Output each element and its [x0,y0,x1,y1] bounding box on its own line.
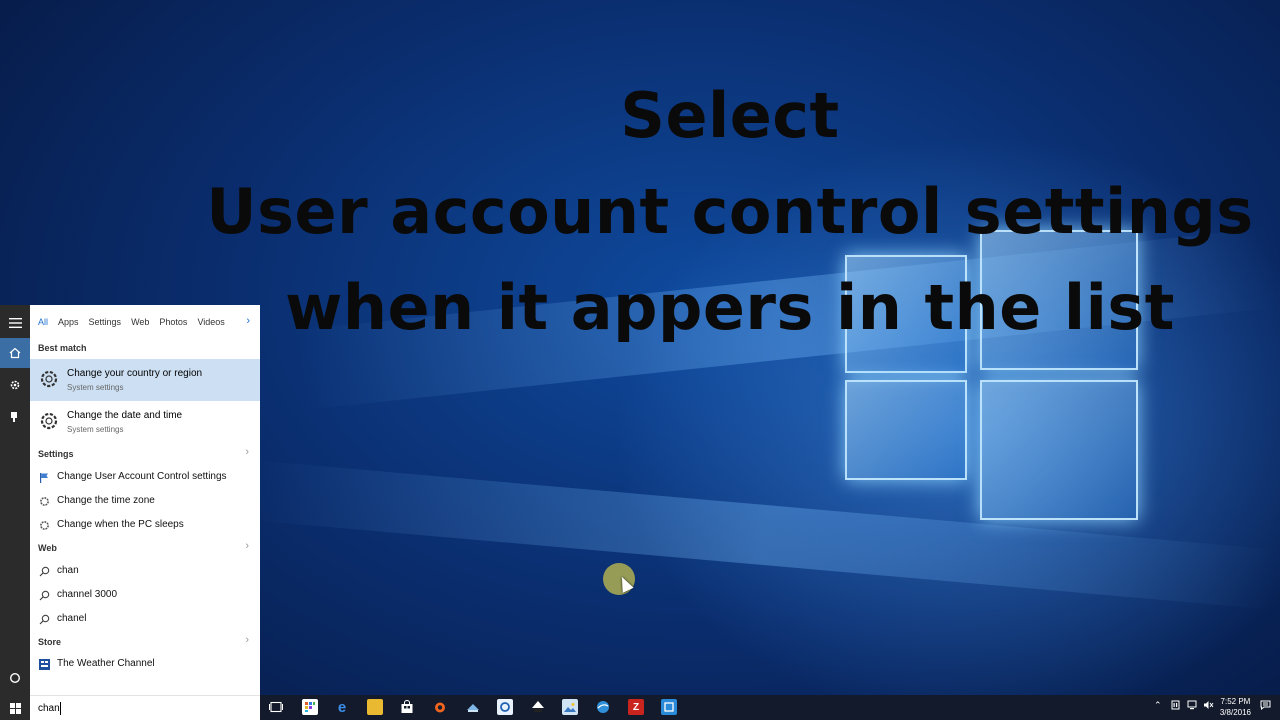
gear-icon [38,495,50,507]
caption-line: Select [620,79,840,152]
logo-pane [845,380,967,480]
network-icon[interactable] [1187,700,1197,712]
tab-videos[interactable]: Videos [197,317,224,327]
list-item[interactable]: Change when the PC sleeps [30,514,260,536]
action-center-icon[interactable] [1260,700,1271,712]
system-clock[interactable]: 7:52 PM 3/8/2016 [1220,696,1251,718]
tab-settings[interactable]: Settings [89,317,122,327]
cortana-icon[interactable] [0,663,30,693]
search-icon [38,589,50,601]
best-match-item[interactable]: Change the date and time System settings [30,401,260,443]
best-match-title: Change the date and time [67,410,183,421]
file-explorer-icon[interactable] [367,699,383,715]
store-heading[interactable]: Store [38,637,61,647]
hamburger-menu-icon[interactable] [0,308,30,338]
tutorial-caption: Select User account control settings whe… [200,68,1260,356]
list-item[interactable]: Change User Account Control settings [30,466,260,488]
list-item[interactable]: chan [30,560,260,582]
origin-icon[interactable] [432,699,448,715]
list-item[interactable]: channel 3000 [30,584,260,606]
inkscape-icon[interactable] [530,699,546,715]
store-result-label: The Weather Channel [57,658,155,669]
search-results-panel: All Apps Settings Web Photos Videos › Be… [30,305,260,695]
gear-icon [40,412,58,430]
chevron-right-icon[interactable]: › [245,446,249,458]
web-result-label: chan [57,565,79,576]
start-button[interactable] [0,693,30,720]
web-result-label: chanel [57,613,87,624]
search-input-value: chan [38,703,60,714]
caption-line: User account control settings [206,175,1254,248]
uplay-icon[interactable] [497,699,513,715]
home-icon[interactable] [0,338,30,368]
web-result-label: channel 3000 [57,589,118,600]
settings-heading[interactable]: Settings [38,449,74,459]
chevron-right-icon[interactable]: › [246,315,250,327]
best-match-item[interactable]: Change your country or region System set… [30,359,260,401]
edge-icon[interactable]: e [334,699,350,716]
tab-web[interactable]: Web [131,317,149,327]
tab-apps[interactable]: Apps [58,317,79,327]
settings-result-label: Change when the PC sleeps [57,519,184,530]
search-filter-tabs: All Apps Settings Web Photos Videos [30,305,260,339]
app-grid-icon[interactable] [302,699,318,715]
gear-icon [38,519,50,531]
search-icon [38,565,50,577]
best-match-subtitle: System settings [67,383,124,392]
settings-result-label: Change User Account Control settings [57,471,227,482]
chevron-right-icon[interactable]: › [245,540,249,552]
settings-result-label: Change the time zone [57,495,155,506]
filezilla-icon[interactable]: Z [628,699,644,715]
chevron-right-icon[interactable]: › [245,634,249,646]
settings-gear-icon[interactable] [0,370,30,400]
photos-icon[interactable] [562,699,578,715]
search-input[interactable]: chan [30,695,260,720]
tab-photos[interactable]: Photos [159,317,187,327]
browser-icon[interactable] [595,699,611,715]
task-view-icon[interactable] [268,699,284,715]
list-item[interactable]: chanel [30,608,260,630]
best-match-heading: Best match [38,343,87,353]
gear-icon [40,370,58,388]
capture-icon[interactable] [661,699,677,715]
web-heading[interactable]: Web [38,543,57,553]
logo-pane [980,380,1138,520]
volume-muted-icon[interactable] [1203,700,1214,712]
start-rail [0,305,30,720]
caption-line: when it appers in the list [285,271,1175,344]
tab-all[interactable]: All [38,317,48,327]
weather-channel-icon [38,658,50,670]
clock-time: 7:52 PM [1220,697,1251,706]
steam-icon[interactable] [465,699,481,715]
best-match-subtitle: System settings [67,425,124,434]
list-item[interactable]: The Weather Channel [30,653,260,675]
battery-icon[interactable] [1171,700,1180,712]
text-caret [60,702,61,715]
store-icon[interactable] [399,699,415,715]
feedback-icon[interactable] [0,402,30,432]
chevron-up-icon[interactable]: ⌃ [1154,700,1162,711]
search-icon [38,613,50,625]
best-match-title: Change your country or region [67,368,203,379]
list-item[interactable]: Change the time zone [30,490,260,512]
taskbar: e Z ⌃ 7:52 PM 3/8/2016 [260,695,1280,720]
flag-icon [38,471,50,483]
clock-date: 3/8/2016 [1219,708,1251,717]
